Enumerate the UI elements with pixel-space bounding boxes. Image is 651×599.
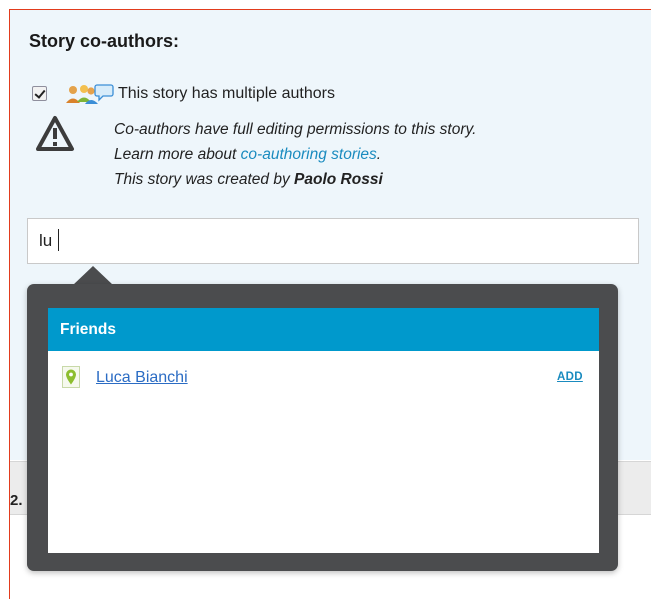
co-authoring-link[interactable]: co-authoring stories xyxy=(241,146,377,163)
dropdown-pointer xyxy=(73,266,113,285)
learn-more-period: . xyxy=(376,146,382,163)
co-author-info: Co-authors have full editing permissions… xyxy=(114,117,476,192)
next-section-number: 2. xyxy=(10,492,23,509)
creator-prefix: This story was created by xyxy=(114,171,290,188)
suggestion-name[interactable]: Luca Bianchi xyxy=(96,369,188,387)
learn-more-line: Learn more about co-authoring stories. xyxy=(114,142,476,167)
multiple-authors-label[interactable]: This story has multiple authors xyxy=(118,85,335,103)
text-cursor xyxy=(58,229,59,251)
location-pin-icon xyxy=(62,366,80,388)
co-author-search-input[interactable] xyxy=(27,218,639,264)
creator-line: This story was created by Paolo Rossi xyxy=(114,167,476,192)
people-icon xyxy=(66,84,114,104)
friends-group-header: Friends xyxy=(48,308,599,351)
warning-icon xyxy=(36,116,74,151)
learn-more-text: Learn more about xyxy=(114,146,237,163)
permissions-note: Co-authors have full editing permissions… xyxy=(114,121,477,138)
creator-name: Paolo Rossi xyxy=(294,171,383,188)
multiple-authors-checkbox[interactable] xyxy=(32,86,47,101)
section-title: Story co-authors: xyxy=(29,31,180,51)
add-co-author-button[interactable]: ADD xyxy=(557,371,583,383)
